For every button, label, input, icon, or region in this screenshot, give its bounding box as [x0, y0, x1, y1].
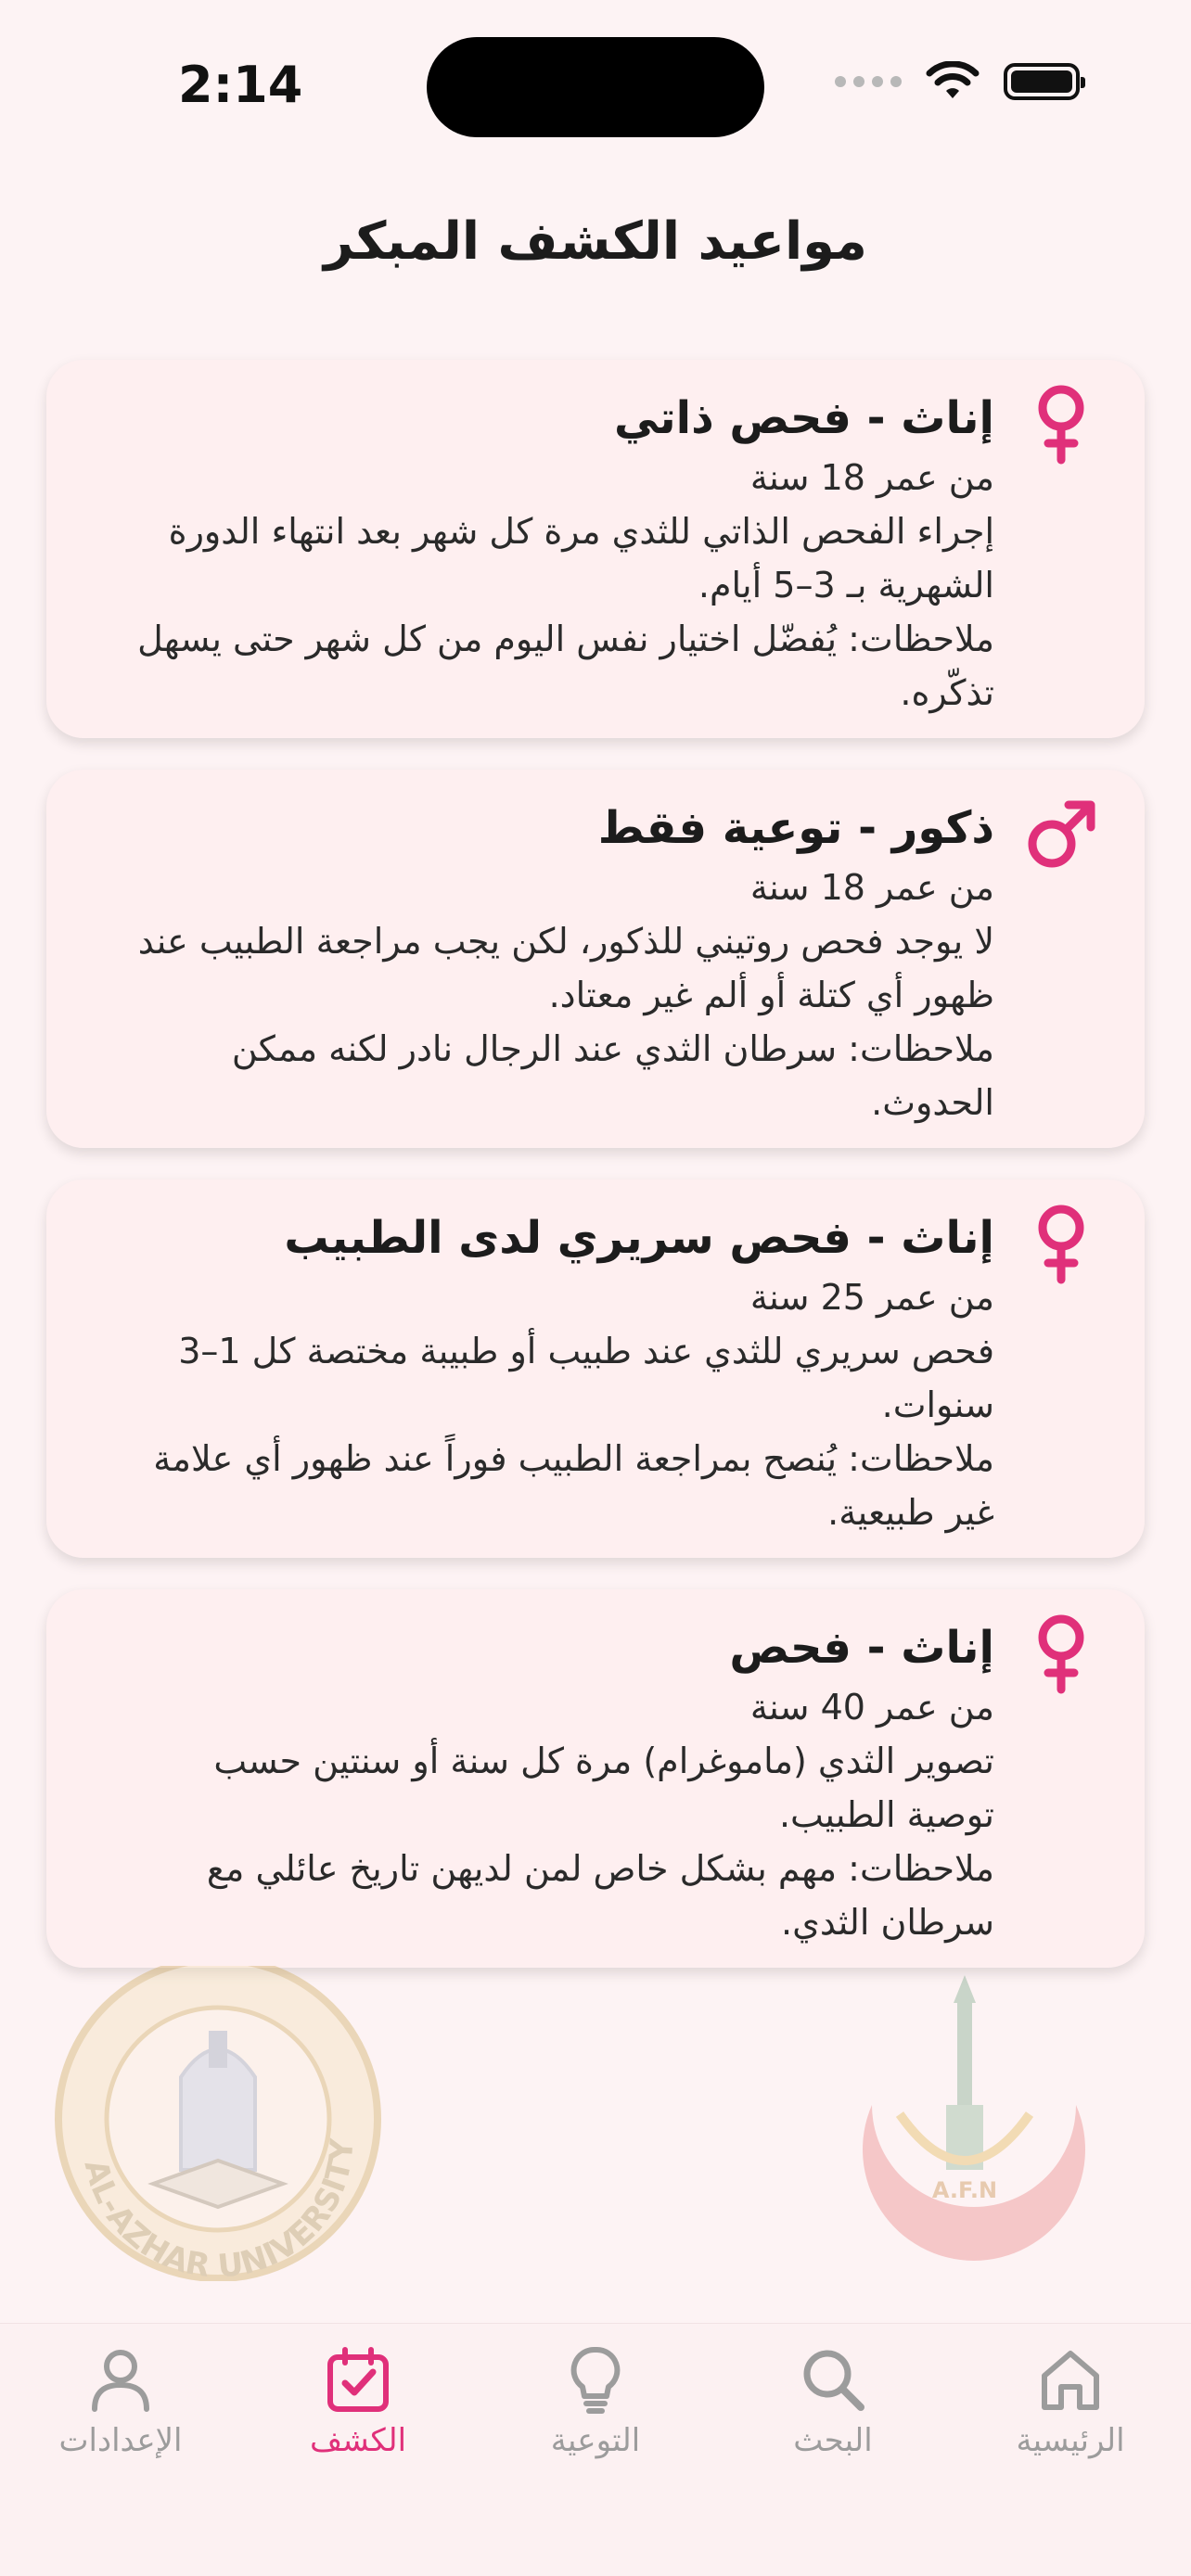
status-time: 2:14 — [178, 56, 303, 114]
card-body: ذكور - توعية فقط من عمر 18 سنة لا يوجد ف… — [132, 796, 994, 1129]
card-title: إناث - فحص — [729, 1622, 994, 1674]
tab-search[interactable]: البحث — [740, 2342, 926, 2459]
cellular-signal-icon — [835, 76, 902, 87]
female-icon — [1038, 385, 1084, 465]
card-notes: ملاحظات: سرطان الثدي عند الرجال نادر لكن… — [231, 1028, 994, 1123]
tab-label: الكشف — [309, 2422, 407, 2459]
search-icon — [803, 2350, 864, 2411]
card-description: فحص سريري للثدي عند طبيب أو طبيبة مختصة … — [178, 1331, 994, 1425]
card-body: إناث - فحص سريري لدى الطبيب من عمر 25 سن… — [132, 1205, 994, 1539]
tab-screening[interactable]: الكشف — [265, 2342, 451, 2459]
tab-bar: الرئيسية البحث التوعية الكشف الإعدادات — [0, 2323, 1191, 2576]
tab-label: الإعدادات — [58, 2422, 183, 2459]
screening-card[interactable]: إناث - فحص من عمر 40 سنة تصوير الثدي (ما… — [46, 1589, 1145, 1968]
screening-card[interactable]: إناث - فحص ذاتي من عمر 18 سنة إجراء الفح… — [46, 360, 1145, 738]
person-icon — [92, 2350, 149, 2412]
al-azhar-logo: AL-AZHAR UNIVERSITY — [55, 1966, 381, 2281]
female-icon — [1038, 1614, 1084, 1694]
card-description: تصوير الثدي (ماموغرام) مرة كل سنة أو سنت… — [213, 1741, 994, 1835]
dynamic-island — [427, 37, 764, 137]
logo-text: A.F.N — [932, 2177, 997, 2203]
screen: 2:14 مواعيد الكشف المبكر إناث - فحص ذاتي… — [0, 0, 1191, 2576]
card-age: من عمر 18 سنة — [749, 457, 994, 498]
status-icons — [835, 61, 1085, 102]
card-title: ذكور - توعية فقط — [597, 802, 994, 854]
card-age: من عمر 25 سنة — [749, 1277, 994, 1318]
screening-list: إناث - فحص ذاتي من عمر 18 سنة إجراء الفح… — [46, 360, 1145, 1999]
card-description: إجراء الفحص الذاتي للثدي مرة كل شهر بعد … — [168, 511, 994, 606]
tab-label: البحث — [793, 2422, 873, 2459]
tab-label: الرئيسية — [1016, 2422, 1125, 2459]
card-notes: ملاحظات: يُنصح بمراجعة الطبيب فوراً عند … — [153, 1438, 994, 1533]
tab-settings[interactable]: الإعدادات — [28, 2342, 213, 2459]
card-notes: ملاحظات: يُفضّل اختيار نفس اليوم من كل ش… — [137, 618, 994, 713]
tab-home[interactable]: الرئيسية — [978, 2342, 1163, 2459]
card-description: لا يوجد فحص روتيني للذكور، لكن يجب مراجع… — [137, 921, 994, 1015]
screening-card[interactable]: إناث - فحص سريري لدى الطبيب من عمر 25 سن… — [46, 1180, 1145, 1558]
card-body: إناث - فحص من عمر 40 سنة تصوير الثدي (ما… — [132, 1615, 994, 1949]
card-title: إناث - فحص سريري لدى الطبيب — [284, 1212, 994, 1264]
card-title: إناث - فحص ذاتي — [614, 392, 994, 444]
nursing-faculty-logo: A.F.N — [863, 1975, 1085, 2261]
female-icon — [1038, 1205, 1084, 1284]
screening-card[interactable]: ذكور - توعية فقط من عمر 18 سنة لا يوجد ف… — [46, 770, 1145, 1148]
watermark-logos: AL-AZHAR UNIVERSITY A.F.N — [55, 1966, 1085, 2281]
lightbulb-icon — [570, 2346, 621, 2414]
card-age: من عمر 40 سنة — [749, 1687, 994, 1728]
card-age: من عمر 18 سنة — [749, 867, 994, 908]
card-notes: ملاحظات: مهم بشكل خاص لمن لديهن تاريخ عا… — [206, 1848, 994, 1943]
home-icon — [1042, 2351, 1099, 2410]
battery-icon — [1004, 63, 1085, 100]
tab-label: التوعية — [550, 2422, 641, 2459]
male-icon — [1028, 800, 1095, 868]
tab-awareness[interactable]: التوعية — [503, 2342, 688, 2459]
card-body: إناث - فحص ذاتي من عمر 18 سنة إجراء الفح… — [132, 386, 994, 720]
page-title: مواعيد الكشف المبكر — [324, 211, 867, 272]
calendar-check-icon — [327, 2347, 389, 2412]
wifi-icon — [926, 61, 980, 98]
